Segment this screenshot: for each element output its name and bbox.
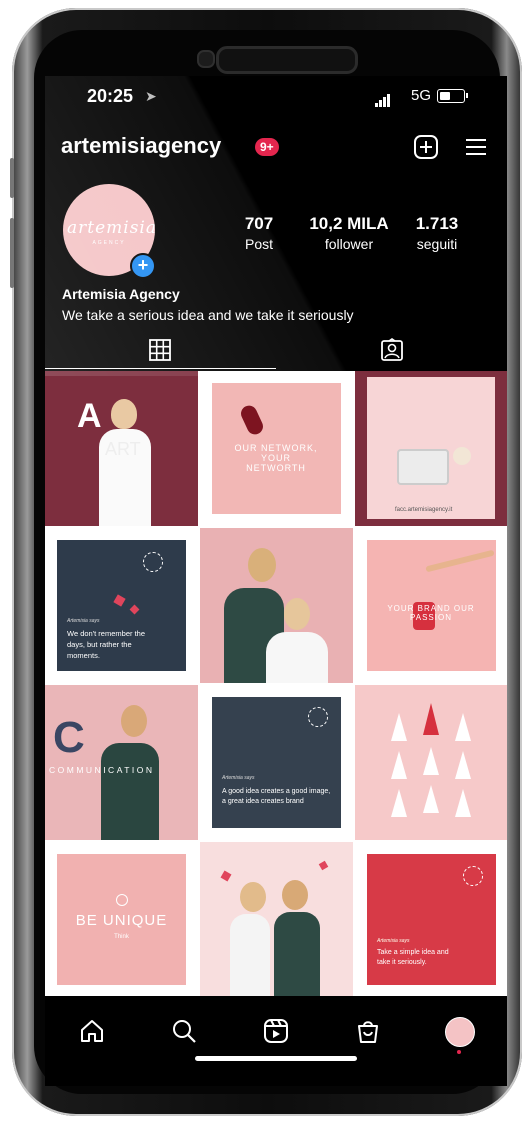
profile-tabs [45, 332, 507, 370]
person-figure [284, 598, 310, 630]
post-script: Artemisia says [222, 775, 255, 781]
post-caption: COMMUNICATION [49, 765, 155, 775]
new-post-icon[interactable] [413, 134, 439, 160]
grid-icon [149, 339, 171, 361]
petal-shape [318, 860, 329, 871]
bio-text: We take a serious idea and we take it se… [62, 307, 354, 323]
stat-label: Post [244, 236, 273, 252]
logo-circle [116, 894, 128, 906]
username[interactable]: artemisiagency [61, 133, 221, 159]
profile-avatar[interactable] [445, 1017, 475, 1047]
logo-circle [143, 552, 163, 572]
stat-following[interactable]: 1.713 seguiti [399, 214, 475, 252]
stat-label: follower [324, 236, 374, 252]
notification-badge[interactable]: 9+ [255, 138, 279, 156]
stat-posts[interactable]: 707 Post [229, 214, 289, 252]
post-thumbnail[interactable] [200, 528, 353, 683]
stat-label: seguiti [416, 236, 458, 252]
avatar-logo: artemisia [67, 218, 155, 238]
network-type: 5G [411, 87, 432, 104]
post-thumbnail[interactable]: Artemisia says Take a simple idea and ta… [355, 842, 507, 997]
post-caption: ART [105, 439, 141, 459]
shop-icon[interactable] [355, 1018, 381, 1044]
post-graphic [367, 377, 495, 519]
paper-planes-graphic [391, 703, 471, 817]
post-script: Artemisia says [67, 618, 100, 624]
tab-posts-grid[interactable] [45, 332, 276, 369]
bottom-nav [45, 996, 507, 1086]
home-icon[interactable] [79, 1018, 105, 1044]
location-arrow-icon: ➤ [145, 88, 157, 104]
stat-followers[interactable]: 10,2 MILA follower [299, 214, 399, 252]
stat-value: 1.713 [415, 214, 459, 233]
person-figure [101, 743, 159, 840]
post-thumbnail[interactable] [200, 842, 353, 997]
post-caption: We don't remember the days, but rather t… [67, 629, 145, 660]
post-thumbnail[interactable]: A ART [45, 371, 198, 526]
petal-shape [220, 870, 232, 882]
side-button [10, 218, 14, 288]
home-indicator[interactable] [195, 1056, 357, 1061]
post-script: Artemisia says [377, 938, 410, 944]
app-screen: 20:25 ➤ 5G artemisiagency 9+ artemisia A… [45, 76, 507, 1086]
post-letter: C [53, 713, 85, 762]
post-caption: YOUR BRAND OUR PASSION [387, 604, 475, 622]
person-figure [111, 399, 137, 429]
post-thumbnail[interactable]: YOUR BRAND OUR PASSION [355, 528, 507, 683]
laptop-prop [397, 449, 449, 485]
logo-circle [308, 707, 328, 727]
tagged-icon [381, 338, 403, 361]
profile-header: artemisiagency 9+ [61, 131, 501, 165]
status-time: 20:25 [87, 86, 134, 106]
post-caption: BE UNIQUE [75, 912, 168, 929]
stat-value: 707 [244, 214, 274, 233]
status-bar: 20:25 ➤ 5G [45, 86, 507, 108]
stat-value: 10,2 MILA [309, 214, 389, 233]
person-figure [230, 914, 270, 997]
front-camera [197, 50, 215, 68]
search-icon[interactable] [171, 1018, 197, 1044]
add-story-button[interactable]: + [130, 253, 156, 279]
battery-icon [437, 89, 468, 103]
cup-prop [453, 447, 471, 465]
person-figure [266, 632, 328, 683]
activity-dot [457, 1050, 461, 1054]
post-caption: Take a simple idea and take it seriously… [377, 949, 449, 966]
person-figure [282, 880, 308, 910]
posts-grid: A ART OUR NETWORK, YOUR NETWORTH facc.ar… [45, 371, 507, 997]
post-thumbnail[interactable]: facc.artemisiagency.it [355, 371, 507, 526]
post-thumbnail[interactable]: OUR NETWORK, YOUR NETWORTH [200, 371, 353, 526]
person-figure [121, 705, 147, 737]
side-button [10, 158, 14, 198]
post-caption: OUR NETWORK, YOUR NETWORTH [234, 443, 318, 473]
person-figure [274, 912, 320, 997]
display-name: Artemisia Agency [62, 286, 180, 302]
avatar-logo-sub: AGENCY [92, 240, 126, 246]
tab-tagged[interactable] [276, 332, 507, 368]
logo-circle [463, 866, 483, 886]
earpiece-speaker [216, 46, 358, 74]
signal-icon [375, 89, 391, 107]
post-sub: Think [114, 934, 129, 940]
post-caption: facc.artemisiagency.it [395, 507, 453, 513]
post-thumbnail[interactable]: Artemisia says A good idea creates a goo… [200, 685, 353, 840]
reels-icon[interactable] [263, 1018, 289, 1044]
post-thumbnail[interactable]: C COMMUNICATION [45, 685, 198, 840]
post-thumbnail[interactable] [355, 685, 507, 840]
post-thumbnail[interactable]: Artemisia says We don't remember the day… [45, 528, 198, 683]
person-figure [248, 548, 276, 582]
post-thumbnail[interactable]: BE UNIQUE Think [45, 842, 198, 997]
post-letter: A [77, 397, 102, 435]
post-caption: A good idea creates a good image, a grea… [222, 788, 331, 805]
person-figure [240, 882, 266, 912]
menu-icon[interactable] [463, 134, 489, 160]
